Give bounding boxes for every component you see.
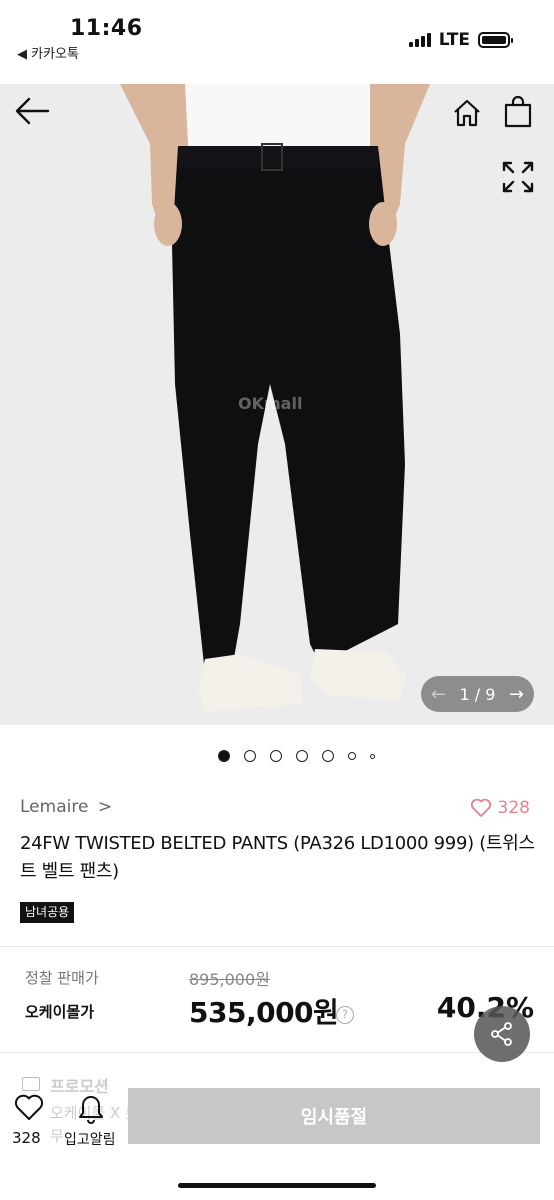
- brand-link[interactable]: Lemaire >: [20, 797, 112, 817]
- heart-icon: [470, 798, 491, 817]
- carousel-dot[interactable]: [370, 753, 375, 759]
- like-button[interactable]: 328: [470, 798, 530, 818]
- image-pager: ← 1 / 9 →: [421, 676, 534, 712]
- network-label: LTE: [438, 30, 470, 50]
- brand-name: Lemaire: [20, 797, 89, 817]
- carousel-dots: [218, 750, 375, 762]
- status-indicators: LTE: [408, 30, 513, 50]
- pager-count: 1 / 9: [459, 684, 496, 704]
- help-icon[interactable]: ?: [336, 1006, 354, 1024]
- back-to-app-link[interactable]: ◀ 카카오톡: [17, 43, 79, 62]
- fullscreen-icon[interactable]: [501, 160, 535, 194]
- battery-icon: [478, 32, 513, 48]
- share-icon: [491, 1022, 512, 1046]
- watermark-text: OKmall: [238, 394, 303, 413]
- bottom-like-button[interactable]: [12, 1094, 46, 1126]
- carousel-dot[interactable]: [322, 750, 334, 762]
- chevron-right-icon: >: [97, 797, 113, 817]
- status-time: 11:46: [70, 16, 143, 41]
- prev-image-icon[interactable]: ←: [431, 684, 446, 705]
- carousel-dot[interactable]: [296, 750, 308, 762]
- like-count: 328: [497, 798, 530, 818]
- carousel-dot[interactable]: [244, 750, 256, 762]
- carousel-dot[interactable]: [218, 750, 230, 762]
- share-button[interactable]: [474, 1006, 530, 1062]
- home-indicator[interactable]: [178, 1183, 376, 1188]
- divider: [0, 1052, 554, 1053]
- carousel-dot[interactable]: [270, 750, 282, 762]
- product-title: 24FW TWISTED BELTED PANTS (PA326 LD1000 …: [20, 833, 535, 882]
- gender-tag: 남녀공용: [20, 902, 75, 923]
- original-price-label: 정찰 판매가: [25, 969, 99, 987]
- heart-icon: [14, 1094, 44, 1120]
- product-image-carousel[interactable]: OKmall ← 1 / 9 →: [0, 84, 554, 725]
- original-price: 895,000원: [189, 970, 270, 989]
- divider: [0, 946, 554, 947]
- status-bar: 11:46 ◀ 카카오톡 LTE: [0, 0, 554, 84]
- sale-price: 535,000원: [189, 996, 339, 1029]
- shopping-bag-icon[interactable]: [502, 95, 534, 129]
- next-image-icon[interactable]: →: [509, 684, 524, 705]
- bell-icon: [79, 1096, 103, 1124]
- home-icon[interactable]: [451, 97, 483, 129]
- bottom-like-count: 328: [12, 1129, 41, 1147]
- signal-icon: [408, 33, 431, 47]
- restock-alert-button[interactable]: [78, 1094, 104, 1128]
- sale-price-label: 오케이몰가: [25, 1003, 95, 1021]
- sold-out-button[interactable]: 임시품절: [128, 1088, 540, 1144]
- carousel-dot[interactable]: [348, 752, 356, 760]
- restock-alert-label: 입고알림: [64, 1132, 116, 1148]
- back-arrow-icon[interactable]: [14, 96, 50, 126]
